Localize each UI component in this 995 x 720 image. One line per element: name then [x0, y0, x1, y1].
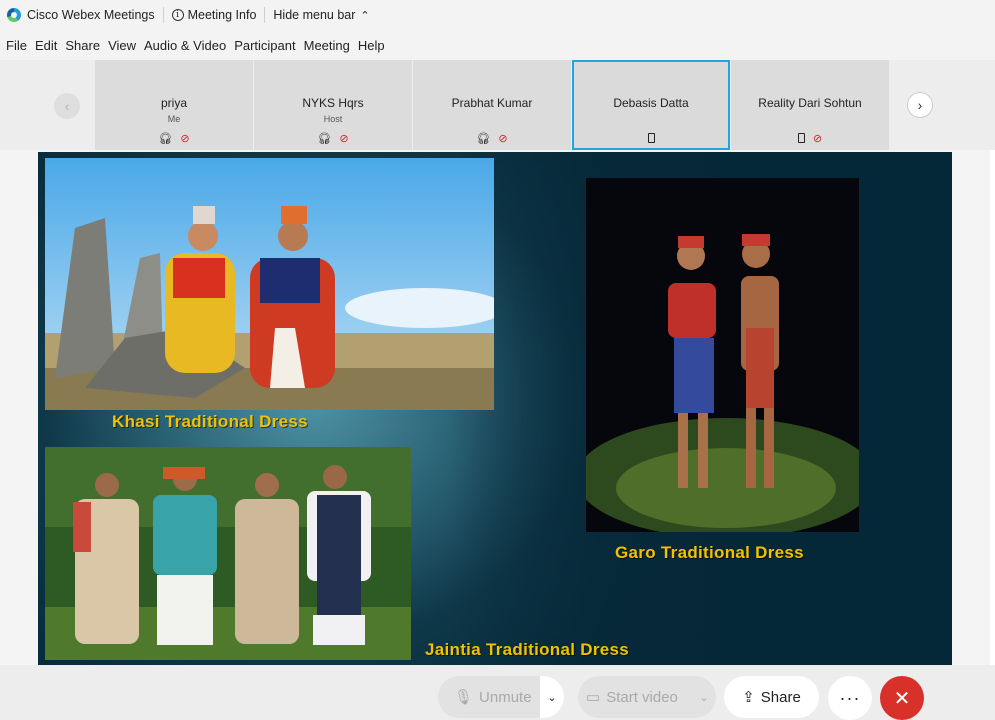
participant-tiles: priya Me 🎧︎ ⊘ NYKS Hqrs Host 🎧︎ ⊘ Prabha… [95, 60, 890, 150]
participant-role: Me [167, 114, 181, 124]
previous-participants-button[interactable]: ‹ [54, 93, 80, 119]
participant-tile[interactable]: Prabhat Kumar 🎧︎ ⊘ [413, 60, 571, 150]
garo-dress-photo [586, 178, 859, 532]
next-participants-button[interactable]: › [907, 92, 933, 118]
share-icon: ⇪ [742, 689, 755, 706]
unmute-button[interactable]: 🎙︎ Unmute ⌄ [438, 676, 564, 718]
video-off-icon: ▭ [586, 689, 601, 706]
jaintia-dress-photo [45, 447, 411, 660]
headset-icon: 🎧︎ [317, 133, 332, 145]
chevron-down-icon: ⌄ [699, 691, 709, 704]
chevron-up-icon: ⌃ [360, 9, 370, 22]
participant-tile-active[interactable]: Debasis Datta [572, 60, 730, 150]
audio-options-dropdown[interactable]: ⌄ [540, 676, 564, 718]
participant-name: Debasis Datta [613, 96, 689, 110]
participant-role: Host [323, 114, 343, 124]
garo-caption: Garo Traditional Dress [615, 543, 804, 562]
muted-mic-icon: 🎙︎ [454, 689, 474, 706]
video-options-dropdown[interactable]: ⌄ [692, 676, 716, 718]
menu-bar: File Edit Share View Audio & Video Parti… [0, 30, 995, 60]
participant-tile[interactable]: NYKS Hqrs Host 🎧︎ ⊘ [254, 60, 412, 150]
menu-help[interactable]: Help [358, 38, 385, 53]
participant-name: NYKS Hqrs [302, 96, 364, 110]
menu-participant[interactable]: Participant [234, 38, 295, 53]
app-name: Cisco Webex Meetings [27, 8, 155, 22]
unmute-label: Unmute [479, 688, 532, 706]
start-video-label: Start video [606, 688, 678, 706]
divider [264, 7, 266, 23]
chevron-left-icon: ‹ [64, 98, 70, 114]
meeting-info-label: Meeting Info [187, 8, 257, 22]
meeting-info-button[interactable]: i Meeting Info [171, 8, 257, 22]
menu-view[interactable]: View [108, 38, 136, 53]
muted-mic-icon: ⊘ [498, 133, 508, 145]
headset-icon: 🎧︎ [476, 133, 491, 145]
participant-tile[interactable]: priya Me 🎧︎ ⊘ [95, 60, 253, 150]
participant-tile[interactable]: Reality Dari Sohtun ⊘ [731, 60, 889, 150]
menu-file[interactable]: File [6, 38, 27, 53]
khasi-caption: Khasi Traditional Dress [112, 412, 308, 431]
shared-content-area: Khasi Traditional Dress Garo Traditional… [0, 150, 995, 665]
share-button[interactable]: ⇪ Share [724, 676, 819, 718]
menu-audio-video[interactable]: Audio & Video [144, 38, 226, 53]
phone-icon [647, 133, 655, 143]
leave-meeting-button[interactable]: ✕ [880, 676, 924, 720]
stage-edge [990, 150, 995, 665]
hide-menu-bar-label: Hide menu bar [273, 8, 356, 22]
participant-strip: ‹ priya Me 🎧︎ ⊘ NYKS Hqrs Host 🎧︎ ⊘ Prab… [0, 60, 995, 150]
muted-mic-icon: ⊘ [180, 133, 190, 145]
webex-logo-icon [7, 8, 21, 22]
divider [162, 7, 164, 23]
title-bar: Cisco Webex Meetings i Meeting Info Hide… [0, 0, 995, 30]
menu-meeting[interactable]: Meeting [304, 38, 350, 53]
menu-edit[interactable]: Edit [35, 38, 57, 53]
info-icon: i [171, 9, 184, 21]
app-title: Cisco Webex Meetings [0, 8, 155, 22]
hide-menu-bar-button[interactable]: Hide menu bar ⌃ [273, 8, 369, 22]
chevron-down-icon: ⌄ [547, 691, 557, 704]
jaintia-caption: Jaintia Traditional Dress [425, 640, 630, 659]
chevron-right-icon: › [917, 97, 923, 113]
close-icon: ✕ [893, 687, 911, 710]
share-label: Share [760, 688, 801, 706]
more-options-button[interactable]: ··· [828, 676, 872, 720]
muted-mic-icon: ⊘ [339, 133, 349, 145]
muted-mic-icon: ⊘ [812, 133, 823, 145]
participant-name: Reality Dari Sohtun [758, 96, 862, 110]
participant-name: Prabhat Kumar [451, 96, 533, 110]
khasi-dress-photo [45, 158, 494, 410]
headset-icon: 🎧︎ [158, 133, 173, 145]
menu-share[interactable]: Share [65, 38, 100, 53]
phone-icon [797, 133, 805, 143]
start-video-button[interactable]: ▭ Start video ⌄ [578, 676, 716, 718]
shared-slide: Khasi Traditional Dress Garo Traditional… [38, 152, 952, 665]
participant-name: priya [160, 96, 187, 110]
more-icon: ··· [839, 687, 861, 708]
meeting-controls: 🎙︎ Unmute ⌄ ▭ Start video ⌄ ⇪ Share ··· … [0, 665, 995, 720]
